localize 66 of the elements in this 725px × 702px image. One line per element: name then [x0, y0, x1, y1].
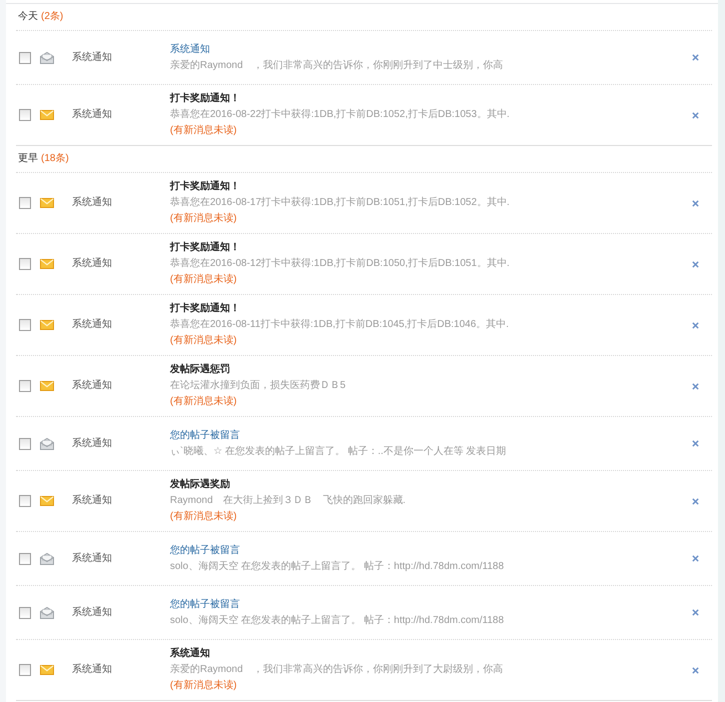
close-icon[interactable]: [692, 200, 699, 206]
message-title-link[interactable]: 您的帖子被留言: [170, 428, 240, 444]
message-preview: Raymond 在大街上捡到３ＤＢ 飞快的跑回家躲藏.: [170, 494, 406, 508]
checkbox[interactable]: [19, 552, 31, 564]
unread-notice: (有新消息未读): [170, 124, 237, 138]
checkbox[interactable]: [19, 109, 31, 121]
message-title-link[interactable]: 您的帖子被留言: [170, 596, 240, 612]
message-type: 系统通知: [72, 495, 112, 506]
close-icon[interactable]: [692, 54, 699, 61]
message-preview: 恭喜您在2016-08-11打卡中获得:1DB,打卡前DB:1045,打卡后DB:1046。其中.: [170, 318, 509, 332]
checkbox[interactable]: [19, 197, 31, 209]
message-type: 系统通知: [72, 109, 112, 120]
close-icon[interactable]: [692, 260, 699, 268]
close-icon[interactable]: [692, 382, 699, 390]
close-icon[interactable]: [692, 666, 699, 674]
checkbox[interactable]: [19, 319, 31, 331]
message-preview: 亲爱的Raymond ，我们非常高兴的告诉你，你刚刚升到了中士级别，你高: [170, 58, 503, 72]
message-count: (2条): [41, 10, 64, 24]
message-type: 系统通知: [72, 380, 112, 391]
message-title-link[interactable]: 打卡奖励通知！: [170, 179, 240, 195]
message-preview: 恭喜您在2016-08-12打卡中获得:1DB,打卡前DB:1050,打卡后DB:1051。其中.: [170, 256, 510, 271]
message-preview: 在论坛灌水撞到负面，损失医药费ＤＢ5: [170, 378, 346, 393]
message-preview: solo、海阔天空 在您发表的帖子上留言了。 帖子：http://hd.78dm.com/1188: [170, 560, 504, 574]
close-icon[interactable]: [692, 322, 699, 328]
message-preview: solo、海阔天空 在您发表的帖子上留言了。 帖子：http://hd.78dm.com/1188: [170, 614, 504, 628]
close-icon[interactable]: [692, 440, 699, 447]
checkbox[interactable]: [19, 664, 31, 676]
message-preview: 恭喜您在2016-08-22打卡中获得:1DB,打卡前DB:1052,打卡后DB:1053。其中.: [170, 108, 510, 122]
message-preview: ぃ`晓曦、☆ 在您发表的帖子上留言了。 帖子：..不是你一个人在等 发表日期: [170, 444, 506, 458]
unread-notice: (有新消息未读): [170, 212, 237, 226]
message-count: (18条): [41, 152, 69, 166]
message-preview: 亲爱的Raymond ，我们非常高兴的告诉你，你刚刚升到了大尉级别，你高: [170, 662, 503, 677]
checkbox[interactable]: [19, 606, 31, 618]
message-type: 系统通知: [72, 319, 112, 330]
message-title-link[interactable]: 系统通知: [170, 42, 210, 58]
unread-notice: (有新消息未读): [170, 272, 237, 287]
message-title-link[interactable]: 打卡奖励通知！: [170, 301, 240, 317]
checkbox[interactable]: [19, 52, 31, 64]
message-type: 系统通知: [72, 664, 112, 675]
unread-notice: (有新消息未读): [170, 510, 237, 524]
section-title: 今天: [18, 10, 38, 24]
checkbox[interactable]: [19, 258, 31, 270]
message-type: 系统通知: [72, 258, 112, 269]
close-icon[interactable]: [692, 112, 699, 118]
message-type: 系统通知: [72, 606, 112, 618]
checkbox[interactable]: [19, 380, 31, 392]
message-title-link[interactable]: 发帖际遇奖励: [170, 477, 230, 493]
message-type: 系统通知: [72, 52, 112, 62]
message-title-link[interactable]: 发帖际遇惩罚: [170, 362, 230, 378]
message-title-link[interactable]: 系统通知: [170, 646, 210, 662]
message-title-link[interactable]: 打卡奖励通知！: [170, 240, 240, 256]
close-icon[interactable]: [692, 609, 699, 616]
unread-notice: (有新消息未读): [170, 334, 237, 348]
close-icon[interactable]: [692, 498, 699, 504]
message-type: 系统通知: [72, 552, 112, 564]
section-title: 更早: [18, 152, 38, 166]
close-icon[interactable]: [692, 555, 699, 562]
message-title-link[interactable]: 您的帖子被留言: [170, 542, 240, 558]
message-type: 系统通知: [72, 197, 112, 208]
message-type: 系统通知: [72, 438, 112, 448]
unread-notice: (有新消息未读): [170, 678, 237, 693]
message-title-link[interactable]: 打卡奖励通知！: [170, 91, 240, 107]
unread-notice: (有新消息未读): [170, 394, 237, 409]
message-preview: 恭喜您在2016-08-17打卡中获得:1DB,打卡前DB:1051,打卡后DB:1052。其中.: [170, 196, 510, 210]
checkbox[interactable]: [19, 495, 31, 507]
checkbox[interactable]: [19, 438, 31, 450]
